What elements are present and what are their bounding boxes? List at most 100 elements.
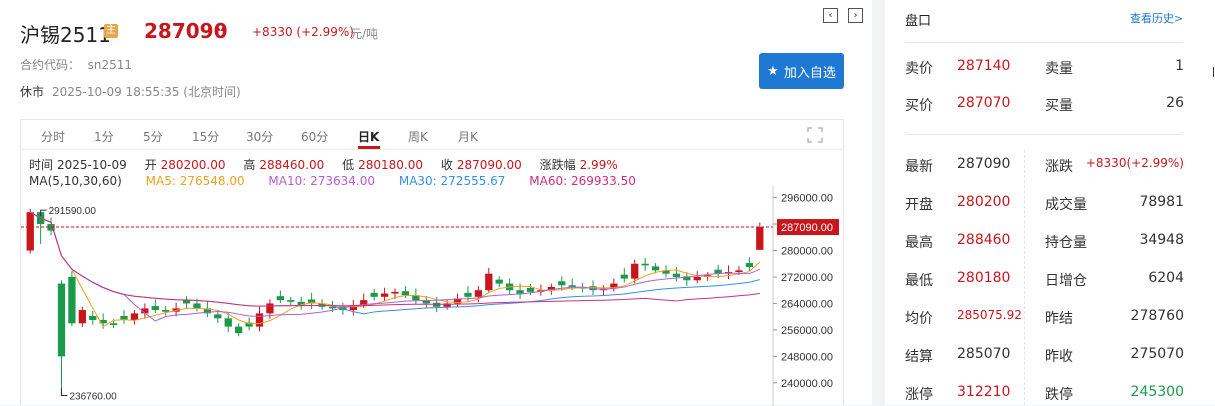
panel-value: 285075.92 (957, 308, 1022, 322)
panel-value: 78981 (1139, 194, 1184, 210)
add-watchlist-button[interactable]: ★ 加入自选 (759, 53, 844, 89)
column-divider (1024, 150, 1025, 405)
panel-value: 275070 (1130, 346, 1184, 362)
tab-monthly[interactable]: 月K (458, 128, 478, 145)
candle-body (641, 263, 649, 266)
tab-30min[interactable]: 30分 (246, 128, 273, 145)
y-axis-tick-label: 248000.00 (781, 351, 833, 363)
panel-label: 卖量 (1045, 61, 1073, 77)
panel-label: 涨停 (905, 387, 933, 403)
panel-value: 280180 (957, 270, 1011, 286)
candle-body (276, 296, 284, 301)
y-axis-tick-label: 264000.00 (781, 298, 833, 310)
candle-body (26, 212, 34, 251)
candle-body (745, 263, 754, 268)
y-axis-tick-label: 240000.00 (781, 378, 833, 390)
low-marker-pointer (60, 387, 68, 397)
panel-value: 1 (1175, 58, 1184, 74)
panel-label: 日增仓 (1045, 273, 1087, 289)
tab-daily[interactable]: 日K (358, 128, 379, 145)
panel-label: 卖价 (905, 61, 933, 77)
panel-label: 买量 (1045, 98, 1073, 114)
panel-divider (905, 134, 1183, 135)
quote-time: 2025-10-09 18:55:35 (北京时间) (52, 85, 241, 99)
candle-body (620, 274, 628, 279)
panel-value: 312210 (957, 384, 1011, 400)
candle-body (735, 270, 743, 273)
panel-value: +8330(+2.99%) (1085, 156, 1184, 170)
panel-label: 开盘 (905, 197, 933, 213)
candle-body (89, 316, 97, 320)
candle-body (516, 290, 524, 294)
panel-label: 最新 (905, 159, 933, 175)
chevron-left-icon: ‹ (828, 10, 833, 21)
panel-label: 跌停 (1045, 387, 1073, 403)
market-status: 休市 (20, 85, 45, 99)
tab-fenshi[interactable]: 分时 (41, 128, 65, 145)
candle-body (485, 273, 493, 291)
candle-body (693, 276, 701, 281)
panel-value: 245300 (1130, 384, 1184, 400)
y-axis-tick-label: 296000.00 (781, 193, 833, 205)
panel-label: 最高 (905, 235, 933, 251)
candle-body (672, 273, 681, 277)
candle-body (568, 285, 576, 287)
panel-label: 昨收 (1045, 349, 1073, 365)
current-price-label: 287090.00 (781, 222, 833, 234)
candle-body (631, 263, 639, 279)
panel-value: 287070 (957, 95, 1011, 111)
view-history-link[interactable]: 查看历史> (1130, 10, 1183, 26)
contract-title: 沪锡2511 (20, 23, 111, 47)
candle-body (109, 323, 118, 325)
period-tabs: 分时 1分 5分 15分 30分 60分 日K 周K 月K (21, 120, 843, 150)
candle-body (235, 326, 243, 334)
star-icon: ★ (767, 63, 779, 79)
panel-value: 288460 (957, 232, 1011, 248)
panel-value: 278760 (1130, 308, 1184, 324)
scroll-edge (1213, 67, 1214, 77)
next-contract-button[interactable]: › (848, 8, 863, 23)
y-axis-tick-label: 272000.00 (781, 272, 833, 284)
price-up-arrow-icon: ▴▴ (216, 24, 226, 34)
candle-body (255, 313, 264, 327)
kline-info-line: 时间 2025-10-09 开 280200.00 高 288460.00 低 2801… (29, 158, 618, 172)
chevron-right-icon: › (853, 10, 858, 21)
tab-weekly[interactable]: 周K (408, 128, 428, 145)
candle-body (370, 292, 378, 297)
price-change: +8330 (+2.99%) (252, 25, 354, 39)
candlestick-chart[interactable]: 296000.00288000.00280000.00272000.002640… (21, 186, 843, 406)
panel-label: 持仓量 (1045, 235, 1087, 251)
candle-body (57, 283, 66, 357)
panel-value: 285070 (957, 346, 1011, 362)
candle-body (287, 300, 295, 302)
main-contract-badge: 主 (104, 24, 118, 38)
candle-body (151, 306, 159, 311)
tab-60min[interactable]: 60分 (301, 128, 328, 145)
candle-body (224, 318, 232, 327)
panel-value: 280200 (957, 194, 1011, 210)
active-tab-indicator (358, 146, 380, 149)
kline-chart-panel: 分时 1分 5分 15分 30分 60分 日K 周K 月K 时间 2025-10-… (20, 119, 844, 406)
y-axis-tick-label: 280000.00 (781, 246, 833, 258)
tab-1min[interactable]: 1分 (94, 128, 114, 145)
low-marker-label: 236760.00 (69, 392, 117, 403)
panel-title: 盘口 (905, 14, 932, 29)
tab-5min[interactable]: 5分 (143, 128, 163, 145)
prev-contract-button[interactable]: ‹ (823, 8, 838, 23)
fullscreen-icon[interactable] (807, 127, 823, 143)
last-price: 287090 (144, 19, 228, 43)
panel-divider (905, 42, 1183, 43)
tab-15min[interactable]: 15分 (192, 128, 219, 145)
candle-body (214, 314, 222, 319)
panel-label: 昨结 (1045, 311, 1073, 327)
candle-body (266, 303, 274, 314)
panel-value: 34948 (1139, 232, 1184, 248)
candle-body (558, 281, 566, 286)
contract-code: 合约代码： sn2511 (20, 58, 133, 72)
panel-value: 26 (1166, 95, 1184, 111)
candle-body (464, 292, 472, 297)
panel-label: 买价 (905, 98, 933, 114)
price-unit: 元/吨 (350, 27, 379, 41)
candle-body (756, 227, 764, 250)
y-axis-tick-label: 256000.00 (781, 325, 833, 337)
